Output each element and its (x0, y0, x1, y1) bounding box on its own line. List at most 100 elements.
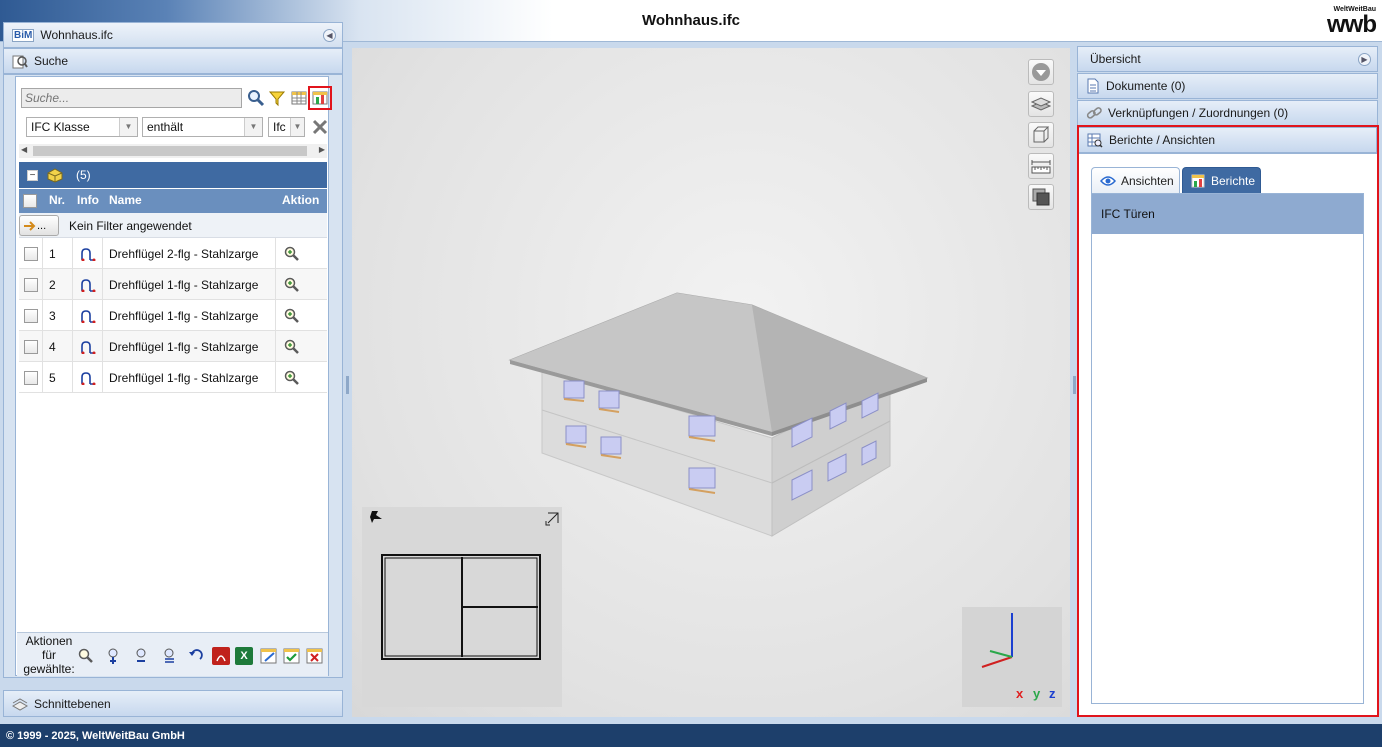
group-count: (5) (76, 168, 91, 182)
axis-y-label: y (1033, 686, 1041, 701)
scroll-left-icon[interactable]: ◀ (21, 145, 27, 154)
ifc-class-select[interactable]: IFC Klasse ▼ (26, 117, 138, 137)
table-row[interactable]: 4 Drehflügel 1-flg - Stahlzarge (19, 331, 327, 362)
search-magnifier-icon[interactable] (246, 88, 266, 108)
measure-ruler-icon[interactable] (1028, 153, 1054, 179)
row-nr: 3 (43, 300, 73, 331)
search-header[interactable]: Suche (3, 48, 343, 74)
actions-label-line3: gewählte: (23, 662, 75, 676)
group-bar[interactable]: − (5) (19, 162, 327, 188)
ifc-door-group-icon (46, 167, 64, 183)
footer: © 1999 - 2025, WeltWeitBau GmbH (0, 724, 1382, 747)
table-row[interactable]: 5 Drehflügel 1-flg - Stahlzarge (19, 362, 327, 393)
column-nr[interactable]: Nr. (49, 193, 65, 207)
scrollbar-thumb[interactable] (33, 146, 307, 156)
door-swing-icon[interactable] (73, 238, 103, 269)
operator-select[interactable]: enthält ▼ (142, 117, 263, 137)
column-name[interactable]: Name (109, 193, 142, 207)
axis-z-label: z (1049, 686, 1056, 701)
door-swing-icon[interactable] (73, 331, 103, 362)
table-view-icon[interactable] (289, 88, 309, 108)
export-pdf-icon[interactable] (212, 647, 230, 665)
export-excel-icon[interactable]: X (235, 647, 253, 665)
zoom-selected-icon[interactable] (77, 647, 95, 665)
bulk-actions-bar: Aktionen für gewählte: X (17, 632, 328, 676)
collapse-left-icon[interactable]: ◀ (323, 29, 336, 42)
bounding-box-icon[interactable] (1028, 122, 1054, 148)
check-table-icon[interactable] (283, 647, 301, 665)
value-select[interactable]: Ifc ▼ (268, 117, 305, 137)
table-row[interactable]: 1 Drehflügel 2-flg - Stahlzarge (19, 238, 327, 269)
layers-icon[interactable] (1028, 91, 1054, 117)
actions-label: Aktionen für gewählte: (21, 634, 77, 676)
links-label: Verknüpfungen / Zuordnungen (0) (1108, 106, 1289, 120)
column-info[interactable]: Info (77, 193, 99, 207)
row-checkbox[interactable] (23, 370, 38, 385)
documents-header[interactable]: Dokumente (0) (1077, 73, 1378, 99)
filter-funnel-icon[interactable] (267, 88, 287, 108)
row-nr: 5 (43, 362, 73, 393)
scroll-right-icon[interactable]: ▶ (319, 145, 325, 154)
isolate-selection-icon[interactable] (161, 647, 179, 665)
row-name: Drehflügel 2-flg - Stahlzarge (103, 238, 276, 269)
left-panel-header[interactable]: BiM Wohnhaus.ifc ◀ (3, 22, 343, 48)
add-selection-icon[interactable] (105, 647, 123, 665)
section-planes-icon (12, 697, 28, 711)
company-logo: WeltWeitBau wwb (1306, 6, 1377, 38)
edit-table-icon[interactable] (260, 647, 278, 665)
value-value: Ifc (273, 120, 286, 134)
highlight-frame (1077, 125, 1379, 717)
zoom-to-element-icon[interactable] (276, 331, 327, 362)
section-planes-header[interactable]: Schnittebenen (3, 690, 343, 717)
zoom-to-element-icon[interactable] (276, 238, 327, 269)
door-swing-icon[interactable] (73, 362, 103, 393)
undo-icon[interactable] (187, 647, 205, 665)
left-splitter[interactable] (346, 376, 349, 394)
door-swing-icon[interactable] (73, 300, 103, 331)
collapse-right-icon[interactable]: ▶ (1358, 53, 1371, 66)
row-checkbox[interactable] (23, 246, 38, 261)
copyright-text: © 1999 - 2025, WeltWeitBau GmbH (6, 729, 185, 742)
grid-header: Nr. Info Name Aktion (19, 189, 327, 213)
table-row[interactable]: 2 Drehflügel 1-flg - Stahlzarge (19, 269, 327, 300)
overview-header[interactable]: Übersicht ▶ (1077, 46, 1378, 72)
collapse-group-icon[interactable]: − (27, 169, 38, 181)
remove-selection-icon[interactable] (133, 647, 151, 665)
ifc-class-value: IFC Klasse (31, 120, 90, 134)
row-name: Drehflügel 1-flg - Stahlzarge (103, 269, 276, 300)
overview-label: Übersicht (1090, 52, 1141, 66)
arrow-right-icon (24, 220, 36, 231)
delete-table-icon[interactable] (306, 647, 324, 665)
row-name: Drehflügel 1-flg - Stahlzarge (103, 362, 276, 393)
row-name: Drehflügel 1-flg - Stahlzarge (103, 300, 276, 331)
transparency-icon[interactable] (1028, 184, 1054, 210)
left-panel-title: Wohnhaus.ifc (40, 28, 113, 42)
select-all-checkbox[interactable] (23, 194, 37, 208)
filter-apply-button[interactable]: ... (19, 215, 59, 236)
horizontal-scrollbar[interactable]: ◀ ▶ (19, 144, 327, 158)
axes-gizmo: x y z (962, 607, 1062, 707)
links-header[interactable]: Verknüpfungen / Zuordnungen (0) (1077, 100, 1378, 126)
filter-apply-label: ... (37, 219, 47, 232)
pin-icon (370, 511, 382, 523)
chevron-down-icon: ▼ (119, 118, 137, 136)
clear-filter-close-icon[interactable] (310, 117, 330, 137)
right-splitter[interactable] (1073, 376, 1076, 394)
door-swing-icon[interactable] (73, 269, 103, 300)
floor-plan-minimap[interactable] (362, 507, 562, 707)
report-table-icon[interactable] (308, 86, 332, 110)
zoom-to-element-icon[interactable] (276, 362, 327, 393)
logo-big-text: wwb (1327, 11, 1377, 38)
view-dropdown-icon[interactable] (1028, 59, 1054, 85)
row-checkbox[interactable] (23, 308, 38, 323)
documents-label: Dokumente (0) (1106, 79, 1186, 93)
actions-label-line1: Aktionen (25, 634, 73, 648)
row-checkbox[interactable] (23, 277, 38, 292)
zoom-to-element-icon[interactable] (276, 300, 327, 331)
section-planes-label: Schnittebenen (34, 696, 111, 711)
search-input[interactable] (21, 88, 242, 108)
table-row[interactable]: 3 Drehflügel 1-flg - Stahlzarge (19, 300, 327, 331)
zoom-to-element-icon[interactable] (276, 269, 327, 300)
row-checkbox[interactable] (23, 339, 38, 354)
column-action[interactable]: Aktion (282, 193, 319, 207)
